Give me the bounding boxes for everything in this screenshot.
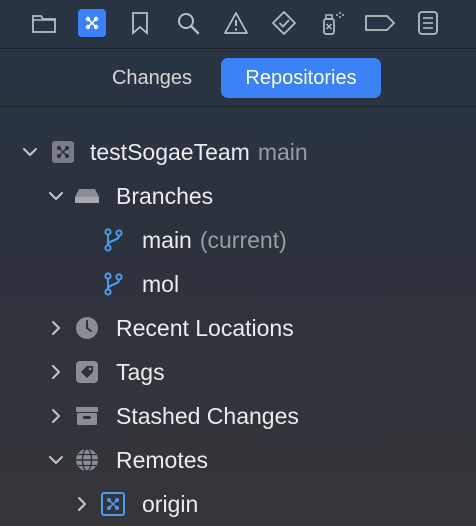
- tags-label: Tags: [116, 359, 165, 385]
- navigator-segmented-control: Changes Repositories: [0, 58, 476, 100]
- chevron-down-icon[interactable]: [46, 186, 66, 206]
- debug-spray-icon[interactable]: [318, 9, 346, 37]
- folder-icon[interactable]: [30, 9, 58, 37]
- remotes-label: Remotes: [116, 447, 209, 473]
- clock-icon: [74, 315, 100, 341]
- repositories-tab[interactable]: Repositories: [221, 58, 381, 98]
- tree-row-remotes[interactable]: Remotes: [0, 438, 476, 482]
- segment-divider: [0, 106, 476, 107]
- tree-row-branch-mol[interactable]: mol: [0, 262, 476, 306]
- branches-drive-icon: [74, 183, 100, 209]
- tag-icon: [74, 359, 100, 385]
- tree-row-branches[interactable]: Branches: [0, 174, 476, 218]
- branches-label: Branches: [116, 183, 214, 209]
- tree-row-tags[interactable]: Tags: [0, 350, 476, 394]
- stash-tray-icon: [74, 403, 100, 429]
- changes-tab[interactable]: Changes: [98, 58, 206, 98]
- tree-row-stashed-changes[interactable]: Stashed Changes: [0, 394, 476, 438]
- chevron-right-icon[interactable]: [46, 318, 66, 338]
- branch-name: main: [142, 227, 192, 253]
- recent-locations-label: Recent Locations: [116, 315, 294, 341]
- chevron-right-icon[interactable]: [46, 362, 66, 382]
- breakpoint-tag-icon[interactable]: [362, 9, 398, 37]
- stashed-changes-label: Stashed Changes: [116, 403, 299, 429]
- globe-icon: [74, 447, 100, 473]
- branch-icon: [100, 271, 126, 297]
- repository-name: testSogaeTeam: [90, 139, 250, 165]
- report-list-icon[interactable]: [414, 9, 442, 37]
- chevron-down-icon[interactable]: [20, 142, 40, 162]
- tree-row-recent-locations[interactable]: Recent Locations: [0, 306, 476, 350]
- repository-branch: main: [257, 139, 308, 165]
- navigator-toolbar: [0, 0, 476, 49]
- test-diamond-icon[interactable]: [270, 9, 298, 37]
- tree-row-remote-origin[interactable]: origin: [0, 482, 476, 526]
- branch-icon: [100, 227, 126, 253]
- chevron-right-icon[interactable]: [46, 406, 66, 426]
- branch-main-label: main (current): [142, 225, 287, 255]
- source-control-icon[interactable]: [78, 9, 106, 37]
- branch-name: mol: [142, 271, 180, 297]
- tree-row-branch-main[interactable]: main (current): [0, 218, 476, 262]
- remote-origin-label: origin: [142, 491, 199, 517]
- tree-row-repository[interactable]: testSogaeTeam main: [0, 130, 476, 174]
- remote-repository-icon: [100, 491, 126, 517]
- chevron-right-icon[interactable]: [72, 494, 92, 514]
- warning-icon[interactable]: [222, 9, 250, 37]
- bookmark-icon[interactable]: [126, 9, 154, 37]
- search-icon[interactable]: [174, 9, 202, 37]
- chevron-down-icon[interactable]: [46, 450, 66, 470]
- branch-current-note: (current): [199, 227, 287, 253]
- repository-label: testSogaeTeam main: [90, 137, 308, 167]
- repository-icon: [50, 139, 76, 165]
